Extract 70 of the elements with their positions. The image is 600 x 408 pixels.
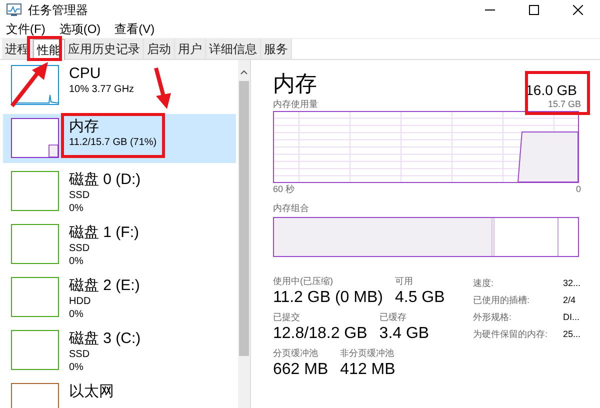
stat-value: 4.5 GB [394, 288, 445, 307]
device-stat: 0% [69, 361, 84, 374]
stat-label: 分页缓冲池 [273, 347, 319, 360]
device-name: 内存 [69, 118, 100, 136]
window-title: 任务管理器 [28, 2, 88, 18]
stat-value: 3.4 GB [379, 324, 430, 343]
arrow-drawing [152, 66, 172, 110]
device-name: CPU [69, 65, 102, 83]
tab[interactable]: 应用历史记录 [65, 39, 144, 59]
stat-value: 662 MB [273, 360, 328, 379]
panel-title: 内存 [273, 70, 317, 98]
close-icon[interactable] [573, 5, 583, 15]
arrow-drawing [10, 60, 50, 108]
device-stat: SSD [69, 189, 91, 202]
stat-label: 已缓存 [379, 311, 408, 324]
property-label: 已使用的插槽: [473, 294, 531, 307]
stat-value: 11.2 GB (0 MB) [273, 288, 383, 307]
device-stat: SSD [69, 242, 91, 255]
sidebar-item[interactable]: 磁盘 3 (C:) SSD 0% [3, 326, 236, 375]
tab[interactable]: 用户 [175, 39, 206, 59]
device-name: 磁盘 1 (F:) [69, 224, 139, 242]
maximize-icon[interactable] [529, 5, 539, 15]
sidebar-item[interactable]: 磁盘 2 (E:) HDD 0% [3, 273, 236, 322]
sidebar-item[interactable]: 磁盘 0 (D:) SSD 0% [3, 167, 236, 216]
menu-item[interactable]: 选项(O) [59, 20, 101, 38]
highlight-frame [525, 71, 590, 115]
sidebar-item[interactable]: CPU 10% 3.77 GHz [3, 61, 236, 110]
device-stat: 10% 3.77 GHz [69, 83, 134, 96]
device-stat: 11.2/15.7 GB (71%) [69, 136, 157, 149]
device-stat: 0% [69, 202, 84, 215]
sidebar-item[interactable]: 内存 11.2/15.7 GB (71%) [3, 114, 236, 163]
device-stat: SSD [69, 348, 91, 361]
tab[interactable]: 详细信息 [206, 39, 261, 59]
stat-label: 已提交 [273, 311, 301, 324]
scroll-up-icon[interactable] [240, 70, 248, 75]
scroll-thumb[interactable] [239, 81, 250, 356]
stat-label: 非分页缓冲池 [340, 347, 396, 360]
device-stat: 0% [69, 308, 84, 321]
device-name: 以太网 [69, 383, 114, 401]
property-value: 32... [563, 277, 581, 290]
property-value: 2/4 [563, 294, 576, 307]
stat-label: 可用 [394, 275, 414, 288]
task-manager-icon [6, 3, 22, 17]
composition-label: 内存组合 [273, 202, 310, 215]
tab[interactable]: 启动 [144, 39, 175, 59]
device-name: 磁盘 3 (C:) [69, 330, 141, 348]
property-label: 外形规格: [473, 311, 513, 324]
menu-item[interactable]: 查看(V) [114, 20, 155, 38]
axis-label: 0 [576, 183, 581, 196]
device-stat: HDD [69, 295, 92, 308]
menu-item[interactable]: 文件(F) [6, 20, 46, 38]
property-label: 速度: [473, 277, 495, 290]
device-stat: 0% [69, 255, 84, 268]
stat-value: 412 MB [340, 360, 396, 379]
highlight-frame [27, 36, 62, 61]
total-capacity: 16.0 GB [526, 82, 577, 98]
tab[interactable]: 服务 [261, 39, 292, 59]
property-value: DI... [563, 311, 580, 324]
sidebar-item[interactable]: 以太网 [3, 379, 236, 408]
graph-label: 内存使用量 [273, 98, 318, 111]
graph-max: 15.7 GB [548, 98, 581, 111]
axis-label: 60 秒 [273, 183, 295, 196]
device-name: 磁盘 2 (E:) [69, 277, 140, 295]
scrollbar[interactable] [238, 60, 250, 408]
stat-value: 12.8/18.2 GB [273, 324, 368, 343]
sidebar-item[interactable]: 磁盘 1 (F:) SSD 0% [3, 220, 236, 269]
property-label: 为硬件保留的内存: [473, 328, 549, 341]
device-name: 磁盘 0 (D:) [69, 171, 141, 189]
stat-label: 使用中(已压缩) [273, 275, 334, 288]
property-value: 25... [563, 328, 581, 341]
